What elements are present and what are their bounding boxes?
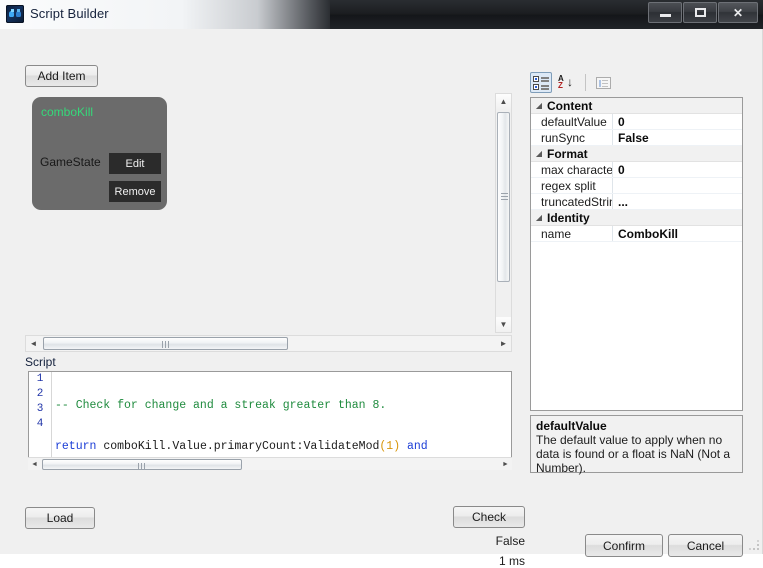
property-value[interactable]: ComboKill — [613, 227, 742, 241]
categorized-view-icon — [533, 75, 549, 90]
property-category-row[interactable]: ◢ Format — [531, 146, 742, 162]
node-field-label: GameState — [40, 155, 101, 169]
canvas-horizontal-scrollbar[interactable]: ◄ ► — [25, 335, 512, 352]
node-canvas[interactable]: comboKill GameState Edit Remove — [25, 93, 492, 333]
category-expander-icon[interactable]: ◢ — [531, 213, 547, 222]
close-button[interactable]: ✕ — [718, 2, 758, 23]
script-builder-window: Script Builder ✕ Add Item comboKill Game… — [0, 0, 763, 568]
node-card-combokill[interactable]: comboKill GameState Edit Remove — [32, 97, 167, 210]
property-row[interactable]: max characters0 — [531, 162, 742, 178]
property-name: name — [541, 226, 572, 241]
scroll-grip-icon — [501, 193, 508, 201]
scroll-grip-icon — [138, 463, 146, 470]
property-description-title: defaultValue — [536, 419, 607, 433]
property-name: truncatedString — [541, 194, 612, 209]
canvas-vscroll-thumb[interactable] — [497, 112, 510, 282]
scroll-down-icon[interactable]: ▼ — [496, 317, 511, 332]
property-name: regex split — [541, 178, 596, 193]
maximize-button[interactable] — [683, 2, 717, 23]
editor-hscroll-thumb[interactable] — [42, 459, 242, 470]
canvas-hscroll-thumb[interactable] — [43, 337, 288, 350]
property-category-label: Content — [547, 98, 593, 113]
line-number: 1 — [36, 373, 44, 385]
property-row[interactable]: runSync False — [531, 130, 742, 146]
alphabetical-sort-button[interactable]: A Z ↓ — [556, 72, 578, 93]
property-grid-toolbar: A Z ↓ — [530, 72, 743, 93]
code-line: -- Check for change and a streak greater… — [55, 398, 511, 413]
property-category-label: Format — [547, 146, 588, 161]
canvas-vertical-scrollbar[interactable]: ▲ ▼ — [495, 93, 512, 333]
property-pages-button[interactable] — [592, 72, 614, 93]
app-icon — [6, 5, 24, 23]
line-number: 3 — [36, 403, 44, 415]
minimize-button[interactable] — [648, 2, 682, 23]
property-pages-icon — [595, 76, 611, 89]
script-label: Script — [25, 355, 56, 369]
scroll-left-icon[interactable]: ◄ — [26, 336, 41, 351]
minimize-icon — [649, 3, 681, 22]
line-number: 2 — [36, 388, 44, 400]
property-value[interactable]: False — [613, 131, 742, 145]
scroll-right-icon[interactable]: ► — [499, 458, 512, 470]
property-value[interactable]: ... — [613, 195, 742, 209]
property-value[interactable]: 0 — [613, 163, 742, 177]
load-button[interactable]: Load — [25, 507, 95, 529]
script-code-editor[interactable]: 1 2 3 4 -- Check for change and a streak… — [28, 371, 512, 469]
line-number-gutter: 1 2 3 4 — [29, 372, 52, 468]
property-description-panel: defaultValue The default value to apply … — [530, 415, 743, 475]
property-name: max characters — [541, 162, 612, 177]
window-client-area: Add Item comboKill GameState Edit Remove… — [0, 29, 763, 568]
scroll-grip-icon — [161, 341, 170, 348]
property-row[interactable]: truncatedString... — [531, 194, 742, 210]
close-icon: ✕ — [732, 5, 744, 20]
title-bar: Script Builder ✕ — [0, 0, 763, 29]
alphabetical-sort-icon: A Z ↓ — [558, 74, 573, 90]
window-controls: ✕ — [647, 2, 758, 24]
node-remove-button[interactable]: Remove — [109, 181, 161, 202]
property-splitter[interactable] — [612, 178, 613, 193]
code-line-2: return comboKill.Value.primaryCount:Vali… — [55, 440, 428, 453]
category-expander-icon[interactable]: ◢ — [531, 149, 547, 158]
category-expander-icon[interactable]: ◢ — [531, 101, 547, 110]
maximize-icon — [684, 3, 716, 22]
toolbar-separator — [585, 74, 586, 91]
line-number: 4 — [36, 418, 44, 430]
scroll-left-icon[interactable]: ◄ — [28, 458, 41, 470]
property-category-row[interactable]: ◢ Identity — [531, 210, 742, 226]
property-category-row[interactable]: ◢ Content — [531, 98, 742, 114]
scroll-up-icon[interactable]: ▲ — [496, 94, 511, 109]
property-row[interactable]: regex split — [531, 178, 742, 194]
property-grid[interactable]: ◢ Content defaultValue 0 runSync False ◢ Format… — [530, 97, 743, 411]
code-line: return comboKill.Value.primaryCount:Vali… — [55, 439, 511, 454]
check-time-status: 1 ms — [498, 554, 525, 568]
code-comment: -- Check for change and a streak greater… — [55, 399, 387, 412]
resize-grip-icon[interactable] — [749, 540, 761, 552]
editor-horizontal-scrollbar[interactable]: ◄ ► — [28, 457, 512, 470]
property-category-label: Identity — [547, 210, 590, 225]
property-value[interactable]: 0 — [613, 115, 742, 129]
property-name: runSync — [541, 130, 586, 145]
node-edit-button[interactable]: Edit — [109, 153, 161, 174]
property-name: defaultValue — [541, 114, 607, 129]
window-title: Script Builder — [30, 6, 109, 21]
property-row[interactable]: defaultValue 0 — [531, 114, 742, 130]
categorized-view-button[interactable] — [530, 72, 552, 93]
code-content[interactable]: -- Check for change and a streak greater… — [55, 372, 511, 468]
add-item-button[interactable]: Add Item — [25, 65, 98, 87]
check-result-status: False — [495, 534, 525, 548]
property-description-text: The default value to apply when no data … — [536, 433, 731, 475]
scroll-right-icon[interactable]: ► — [496, 336, 511, 351]
check-button[interactable]: Check — [453, 506, 525, 528]
node-title: comboKill — [41, 105, 94, 119]
property-row[interactable]: name ComboKill — [531, 226, 742, 242]
